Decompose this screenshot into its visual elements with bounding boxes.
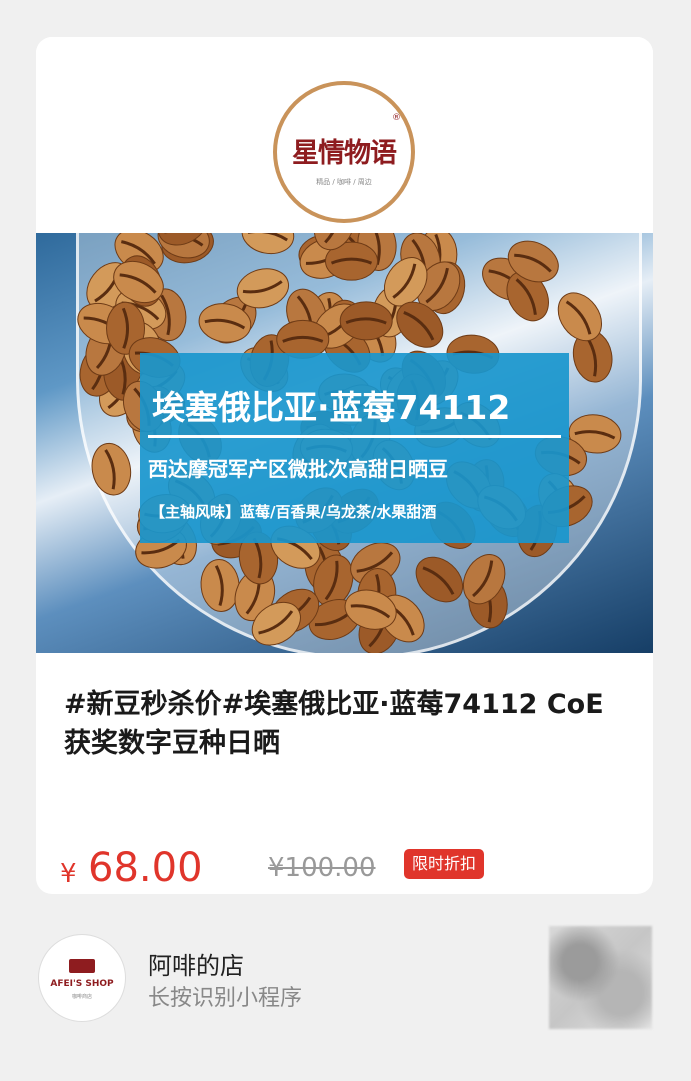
shop-avatar-sub: 咖啡商店 xyxy=(71,994,92,1000)
banner-title: 埃塞俄比亚·蓝莓74112 xyxy=(152,388,511,427)
shop-name[interactable]: 阿啡的店 xyxy=(148,946,244,981)
brand-logo-area: ® 星情物语 精品 / 咖啡 / 周边 xyxy=(36,37,653,233)
banner-subtitle: 西达摩冠军产区微批次高甜日晒豆 xyxy=(148,457,448,481)
discount-badge: 限时折扣 xyxy=(404,849,485,879)
registered-mark: ® xyxy=(392,113,401,123)
shop-avatar[interactable]: AFEI'S SHOP 咖啡商店 xyxy=(38,934,126,1022)
price-row: ¥ 68.00 ¥100.00 限时折扣 xyxy=(60,843,640,893)
brand-logo: ® 星情物语 精品 / 咖啡 / 周边 xyxy=(273,81,415,223)
mini-program-hint: 长按识别小程序 xyxy=(148,986,303,1011)
banner-flavor-notes: 【主轴风味】蓝莓/百香果/乌龙茶/水果甜酒 xyxy=(150,503,437,521)
coffee-bean xyxy=(339,301,393,341)
current-price: 68.00 xyxy=(88,845,203,891)
coffee-bean xyxy=(415,556,464,603)
product-card[interactable]: ® 星情物语 精品 / 咖啡 / 周边 埃塞俄比亚·蓝莓74112 西达摩冠军产… xyxy=(36,37,653,894)
shop-avatar-text: AFEI'S SHOP xyxy=(50,979,114,989)
brand-logo-text: 星情物语 xyxy=(292,138,397,169)
banner-divider xyxy=(148,435,561,438)
product-image[interactable]: 埃塞俄比亚·蓝莓74112 西达摩冠军产区微批次高甜日晒豆 【主轴风味】蓝莓/百… xyxy=(36,233,653,653)
brand-logo-sub: 精品 / 咖啡 / 周边 xyxy=(316,178,372,186)
product-image-banner: 埃塞俄比亚·蓝莓74112 西达摩冠军产区微批次高甜日晒豆 【主轴风味】蓝莓/百… xyxy=(140,353,569,543)
coffee-bean xyxy=(241,233,295,255)
coffee-cup-icon xyxy=(69,959,95,973)
mini-program-qr-code[interactable] xyxy=(549,926,652,1029)
coffee-bean xyxy=(91,442,132,496)
original-price: ¥100.00 xyxy=(268,853,376,883)
product-title[interactable]: #新豆秒杀价#埃塞俄比亚·蓝莓74112 CoE获奖数字豆种日晒 xyxy=(64,685,624,763)
price-currency: ¥ xyxy=(60,859,77,889)
